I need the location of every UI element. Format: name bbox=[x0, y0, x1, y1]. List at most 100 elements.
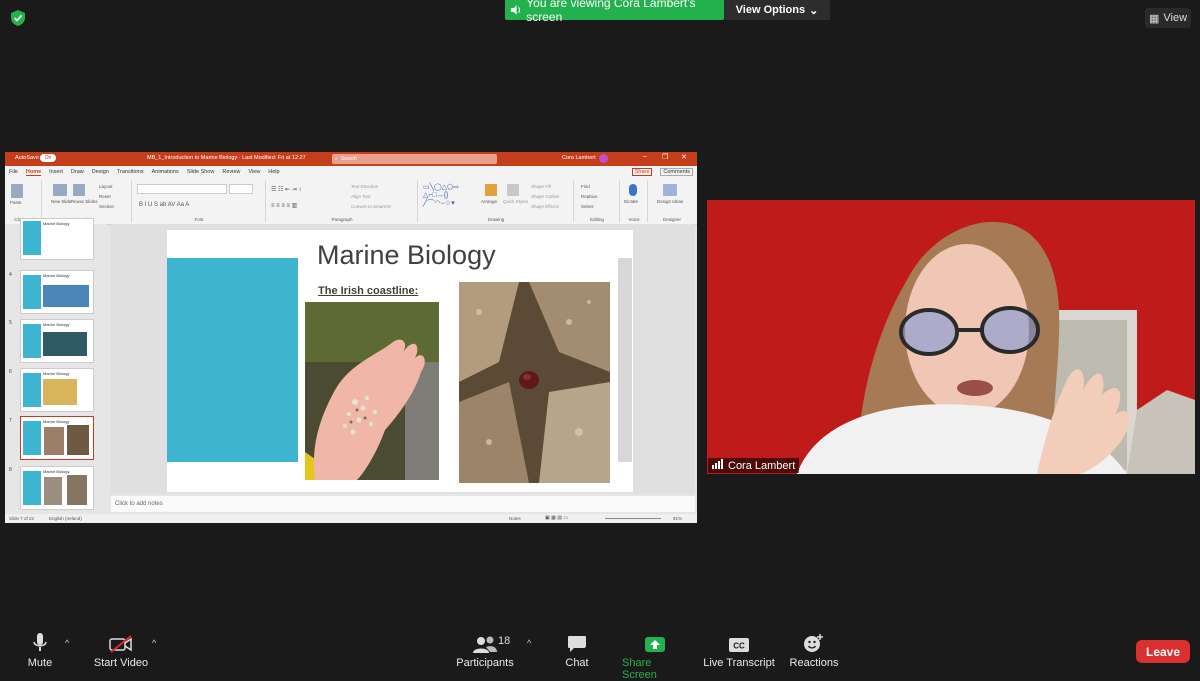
signal-strength-icon bbox=[712, 459, 724, 472]
participants-count: 18 bbox=[498, 635, 511, 647]
tab-slide-show[interactable]: Slide Show bbox=[187, 169, 215, 175]
powerpoint-window: AutoSave On MB_1_Introduction to Marine … bbox=[5, 152, 697, 523]
layout-button[interactable]: Layout bbox=[99, 184, 113, 189]
tab-view[interactable]: View bbox=[248, 169, 260, 175]
close-icon[interactable]: ✕ bbox=[681, 153, 687, 161]
rockpool-anemone-photo[interactable] bbox=[459, 282, 610, 483]
font-format-buttons[interactable]: B I U S ab AV Aa A bbox=[139, 202, 189, 208]
find-button[interactable]: Find bbox=[581, 184, 590, 189]
security-shield-icon[interactable] bbox=[9, 9, 27, 27]
hand-with-shells-photo[interactable] bbox=[305, 302, 439, 480]
list-buttons[interactable]: ☰ ☷ ⇤ ⇥ ↕ bbox=[271, 186, 301, 193]
thumbnail-slide-6[interactable]: Marine Biology bbox=[20, 368, 94, 412]
convert-smartart-button[interactable]: Convert to SmartArt bbox=[351, 204, 391, 209]
tab-transitions[interactable]: Transitions bbox=[117, 169, 144, 175]
shape-outline-button[interactable]: Shape Outline bbox=[531, 194, 560, 199]
new-slide-icon[interactable] bbox=[53, 184, 67, 196]
thumbnail-slide-4[interactable]: Marine Biology bbox=[20, 270, 94, 314]
voice-group: Dictate Voice bbox=[621, 180, 648, 222]
start-video-label: Start Video bbox=[93, 657, 149, 669]
drawing-group: ▭╲◯△⬠⇨ △⌐□↔{} ╱⌒◠⌣☆▾ Arrange Quick Styles … bbox=[419, 180, 574, 222]
view-options-label: View Options bbox=[735, 4, 806, 16]
slide-title[interactable]: Marine Biology bbox=[317, 240, 496, 271]
start-video-button[interactable]: Start Video bbox=[92, 633, 150, 669]
autosave-toggle[interactable]: On bbox=[40, 154, 56, 162]
participant-video[interactable] bbox=[707, 200, 1195, 474]
video-options-caret[interactable]: ^ bbox=[152, 638, 156, 648]
thumbnail-title: Marine Biology bbox=[43, 322, 70, 327]
select-button[interactable]: Select bbox=[581, 204, 594, 209]
section-button[interactable]: Section bbox=[99, 204, 114, 209]
shape-effects-button[interactable]: Shape Effects bbox=[531, 204, 559, 209]
thumbnail-slide-8[interactable]: Marine Biology bbox=[20, 466, 94, 510]
thumbnail-slide-3[interactable]: Marine Biology bbox=[20, 218, 94, 260]
minimize-icon[interactable]: – bbox=[643, 153, 647, 160]
editing-group-label: Editing bbox=[590, 217, 604, 222]
slide-cyan-panel bbox=[167, 258, 298, 462]
ribbon: Paste Clipboard New Slide Reuse Slides L… bbox=[5, 178, 697, 225]
view-options-button[interactable]: View Options ⌄ bbox=[724, 0, 830, 20]
tab-design[interactable]: Design bbox=[92, 169, 109, 175]
thumbnail-slide-7[interactable]: Marine Biology bbox=[20, 416, 94, 460]
shapes-gallery[interactable]: ▭╲◯△⬠⇨ △⌐□↔{} ╱⌒◠⌣☆▾ bbox=[423, 184, 459, 208]
align-buttons[interactable]: ≡ ≡ ≡ ≡ ▥ bbox=[271, 202, 297, 209]
live-transcript-button[interactable]: CC Live Transcript bbox=[702, 633, 776, 669]
status-bar: Slide 7 of 22 English (Ireland) Notes ▣ … bbox=[5, 514, 697, 523]
tab-file[interactable]: File bbox=[9, 169, 18, 175]
reuse-slides-label: Reuse Slides bbox=[71, 199, 98, 204]
view-button[interactable]: ▦ View bbox=[1145, 8, 1191, 28]
quick-styles-icon[interactable] bbox=[507, 184, 519, 196]
participants-options-caret[interactable]: ^ bbox=[527, 638, 531, 648]
font-group: B I U S ab AV Aa A Font bbox=[133, 180, 266, 222]
font-size-field[interactable] bbox=[229, 184, 253, 194]
reuse-slides-icon[interactable] bbox=[73, 184, 85, 196]
comments-button[interactable]: Comments bbox=[660, 168, 693, 176]
notes-toggle[interactable]: Notes bbox=[509, 516, 521, 521]
share-screen-button[interactable]: Share Screen bbox=[622, 633, 688, 681]
tab-review[interactable]: Review bbox=[222, 169, 240, 175]
replace-button[interactable]: Replace bbox=[581, 194, 598, 199]
thumbnail-image bbox=[67, 425, 89, 455]
thumbnail-title: Marine Biology bbox=[43, 419, 70, 424]
tab-animations[interactable]: Animations bbox=[152, 169, 179, 175]
font-name-field[interactable] bbox=[137, 184, 227, 194]
shape-fill-button[interactable]: Shape Fill bbox=[531, 184, 551, 189]
paste-label: Paste bbox=[10, 200, 22, 205]
grid-icon: ▦ bbox=[1148, 12, 1160, 25]
mute-button[interactable]: Mute bbox=[20, 633, 60, 669]
arrange-icon[interactable] bbox=[485, 184, 497, 196]
share-button[interactable]: Share bbox=[631, 168, 653, 176]
restore-icon[interactable]: ❐ bbox=[662, 153, 668, 161]
tab-help[interactable]: Help bbox=[268, 169, 279, 175]
tab-home[interactable]: Home bbox=[25, 169, 42, 176]
design-ideas-icon[interactable] bbox=[663, 184, 677, 196]
zoom-level[interactable]: 81% bbox=[673, 516, 682, 521]
ppt-title-bar: AutoSave On MB_1_Introduction to Marine … bbox=[5, 152, 697, 166]
quick-styles-label: Quick Styles bbox=[503, 199, 529, 204]
dictate-icon[interactable] bbox=[629, 184, 637, 196]
paragraph-group-label: Paragraph bbox=[331, 217, 353, 222]
reset-button[interactable]: Reset bbox=[99, 194, 111, 199]
tab-insert[interactable]: Insert bbox=[49, 169, 63, 175]
dictate-label: Dictate bbox=[624, 199, 639, 204]
closed-captions-icon: CC bbox=[728, 633, 750, 653]
text-direction-button[interactable]: Text Direction bbox=[351, 184, 378, 189]
chat-button[interactable]: Chat bbox=[562, 633, 592, 669]
search-box[interactable]: ⌕ Search bbox=[332, 154, 497, 164]
notes-pane[interactable]: Click to add notes bbox=[111, 496, 695, 512]
slide-subheading[interactable]: The Irish coastline: bbox=[318, 285, 418, 297]
view-mode-buttons[interactable]: ▣ ▦ ▤ ▭ bbox=[545, 515, 568, 521]
tab-draw[interactable]: Draw bbox=[71, 169, 84, 175]
reactions-button[interactable]: Reactions bbox=[788, 633, 840, 669]
thumbnail-title: Marine Biology bbox=[43, 221, 70, 226]
avatar[interactable] bbox=[599, 154, 608, 163]
language-indicator[interactable]: English (Ireland) bbox=[49, 516, 82, 521]
thumbnail-number: 8 bbox=[9, 467, 12, 473]
audio-options-caret[interactable]: ^ bbox=[65, 638, 69, 648]
paste-icon[interactable] bbox=[11, 184, 23, 198]
leave-button[interactable]: Leave bbox=[1136, 640, 1190, 663]
smiley-plus-icon bbox=[803, 633, 825, 653]
zoom-slider[interactable] bbox=[605, 518, 661, 519]
thumbnail-slide-5[interactable]: Marine Biology bbox=[20, 319, 94, 363]
align-text-button[interactable]: Align Text bbox=[351, 194, 370, 199]
